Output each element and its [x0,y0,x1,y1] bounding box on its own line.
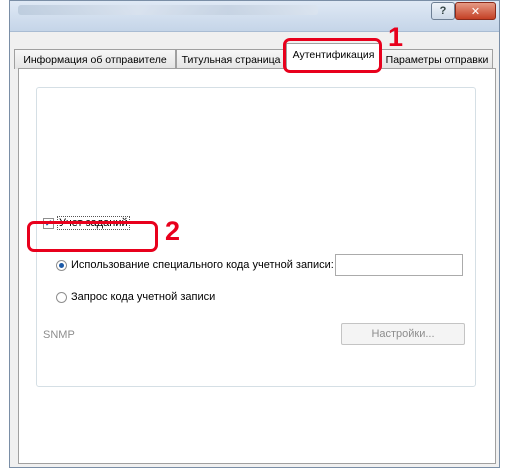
callout-number-1: 1 [388,22,404,52]
close-icon: ✕ [470,5,481,18]
use-specific-code-radio[interactable] [56,259,67,271]
close-button[interactable]: ✕ [455,2,496,20]
job-accounting-row[interactable]: ✔ Учет заданий [43,216,130,230]
prompt-code-label: Запрос кода учетной записи [71,291,216,303]
print-settings-dialog: ? ✕ Информация об отправителе Титульная … [9,0,500,468]
job-accounting-label: Учет заданий [57,216,130,230]
snmp-settings-button[interactable]: Настройки... [341,323,465,345]
callout-number-2: 2 [165,216,181,246]
prompt-code-row[interactable]: Запрос кода учетной записи [56,291,215,303]
prompt-code-radio[interactable] [56,291,67,303]
snmp-label: SNMP [43,329,75,341]
tab-label: Аутентификация [292,49,375,61]
job-accounting-checkbox[interactable]: ✔ [43,217,54,229]
tab-label: Титульная страница [181,53,281,66]
settings-button-label: Настройки... [371,328,435,340]
title-bar: ? ✕ [10,1,499,32]
authentication-panel: ✔ Учет заданий Использование специальног… [18,68,496,464]
account-code-input[interactable] [335,254,463,276]
tab-strip: Информация об отправителе Титульная стра… [10,37,499,70]
tab-cover-page[interactable]: Титульная страница [176,49,286,69]
tab-sender-info[interactable]: Информация об отправителе [14,49,176,69]
help-button[interactable]: ? [431,2,455,20]
use-specific-code-row[interactable]: Использование специального кода учетной … [56,259,334,271]
tab-authentication[interactable]: Аутентификация [286,43,381,70]
blurred-window-title [18,5,318,15]
tab-label: Параметры отправки [385,53,489,66]
authentication-groupbox: ✔ Учет заданий Использование специальног… [36,87,476,387]
tab-label: Информация об отправителе [23,53,167,66]
use-specific-code-label: Использование специального кода учетной … [71,259,334,271]
help-icon: ? [439,5,447,17]
